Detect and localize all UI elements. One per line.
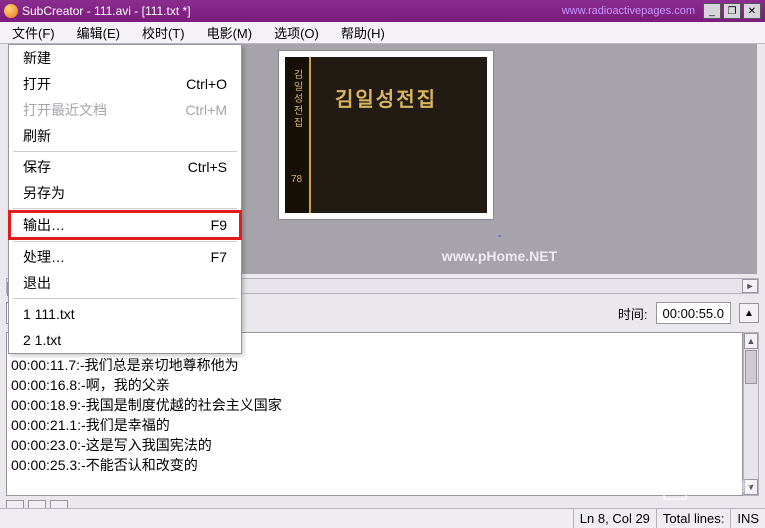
status-total: Total lines:	[656, 509, 730, 528]
book-cover-text: 김일성전집	[335, 83, 437, 112]
video-frame: 김일성전집 78 김일성전집	[278, 50, 494, 220]
menu-separator	[13, 151, 237, 152]
time-up-button-2[interactable]: ▲	[739, 303, 759, 323]
menu-item-mru2[interactable]: 2 1.txt	[9, 327, 241, 353]
subtitle-vscrollbar[interactable]: ▲ ▼	[743, 332, 759, 496]
video-preview-area: 김일성전집 78 김일성전집 - www.pHome.NET	[242, 44, 757, 274]
book-spine-text: 김일성전집	[289, 69, 304, 129]
menu-timing[interactable]: 校时(T)	[136, 21, 191, 44]
menu-item-new[interactable]: 新建	[9, 45, 241, 71]
video-watermark: www.pHome.NET	[442, 248, 557, 264]
scroll-right-icon[interactable]: ►	[742, 279, 758, 293]
menu-item-export[interactable]: 输出…F9	[8, 210, 242, 240]
status-ins: INS	[730, 509, 765, 528]
menu-help[interactable]: 帮助(H)	[335, 21, 391, 44]
minimize-button[interactable]: _	[703, 3, 721, 19]
title-bar: SubCreator - 111.avi - [111.txt *] www.r…	[0, 0, 765, 22]
scroll-thumb[interactable]	[745, 350, 757, 384]
menu-item-refresh[interactable]: 刷新	[9, 123, 241, 149]
time-right-readout: 00:00:55.0	[656, 302, 731, 324]
menu-file[interactable]: 文件(F)	[6, 21, 61, 44]
menu-separator	[13, 208, 237, 209]
subtitle-editor[interactable]: -- -- -- - 实水准 00:00:11.7:-我们总是亲切地尊称他为 0…	[6, 332, 743, 496]
title-url[interactable]: www.radioactivepages.com	[562, 5, 695, 17]
scroll-up-icon[interactable]: ▲	[744, 333, 758, 349]
menu-separator	[13, 241, 237, 242]
file-menu-dropdown: 新建 打开Ctrl+O 打开最近文档Ctrl+M 刷新 保存Ctrl+S 另存为…	[8, 44, 242, 354]
subtitle-line[interactable]: 00:00:16.8:-啊，我的父亲	[11, 375, 738, 395]
status-lncol: Ln 8, Col 29	[573, 509, 656, 528]
menu-item-exit[interactable]: 退出	[9, 270, 241, 296]
video-content-book: 김일성전집 78 김일성전집	[285, 57, 487, 213]
menu-item-open[interactable]: 打开Ctrl+O	[9, 71, 241, 97]
subtitle-line[interactable]: 00:00:18.9:-我国是制度优越的社会主义国家	[11, 395, 738, 415]
book-spine-number: 78	[291, 174, 302, 185]
menu-movie[interactable]: 电影(M)	[201, 21, 259, 44]
subtitle-line[interactable]: 00:00:21.1:-我们是幸福的	[11, 415, 738, 435]
window-title: SubCreator - 111.avi - [111.txt *]	[22, 4, 562, 18]
menu-item-save[interactable]: 保存Ctrl+S	[9, 154, 241, 180]
time-label: 时间:	[618, 304, 648, 323]
menu-options[interactable]: 选项(O)	[268, 21, 325, 44]
restore-button[interactable]: ❐	[723, 3, 741, 19]
app-icon	[4, 4, 18, 18]
menu-separator	[13, 298, 237, 299]
status-bar: Ln 8, Col 29 Total lines: INS	[0, 508, 765, 528]
menu-item-mru1[interactable]: 1 111.txt	[9, 301, 241, 327]
close-button[interactable]: ✕	[743, 3, 761, 19]
window-controls: _ ❐ ✕	[703, 3, 761, 19]
menu-item-saveas[interactable]: 另存为	[9, 180, 241, 206]
menu-item-recent: 打开最近文档Ctrl+M	[9, 97, 241, 123]
scroll-down-icon[interactable]: ▼	[744, 479, 758, 495]
subtitle-line[interactable]: 00:00:11.7:-我们总是亲切地尊称他为	[11, 355, 738, 375]
subtitle-overlay: -	[498, 228, 502, 242]
subtitle-line[interactable]: 00:00:25.3:-不能否认和改变的	[11, 455, 738, 475]
menu-edit[interactable]: 编辑(E)	[71, 21, 126, 44]
subtitle-line[interactable]: 00:00:23.0:-这是写入我国宪法的	[11, 435, 738, 455]
menu-bar: 文件(F) 编辑(E) 校时(T) 电影(M) 选项(O) 帮助(H)	[0, 22, 765, 44]
menu-item-process[interactable]: 处理…F7	[9, 244, 241, 270]
